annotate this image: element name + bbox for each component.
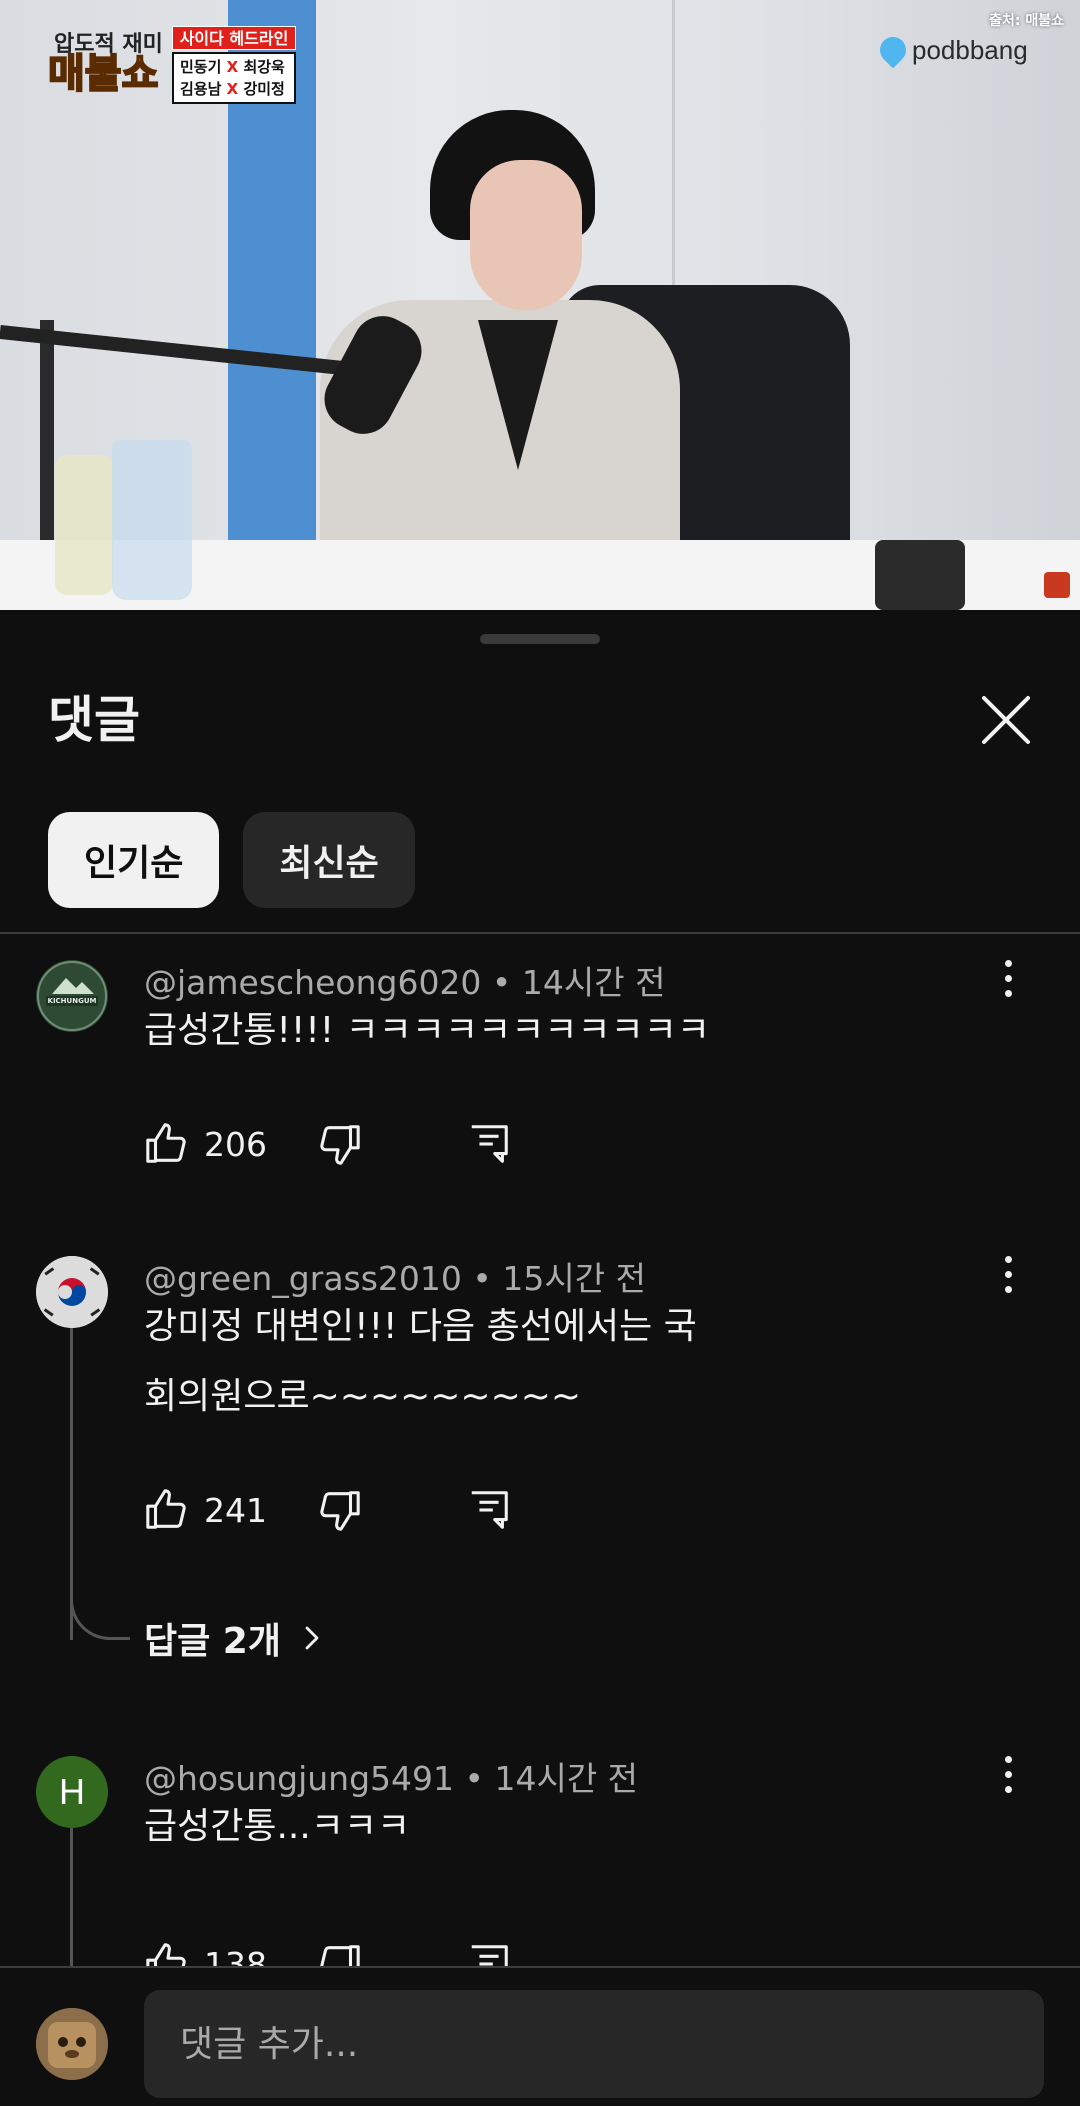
thumbs-down-icon	[320, 1491, 360, 1531]
reply-button[interactable]	[466, 1941, 512, 1966]
chip-newest[interactable]: 최신순	[243, 812, 415, 908]
like-count: 206	[204, 1124, 267, 1164]
kebab-dot	[1004, 1755, 1012, 1763]
thumbs-down-icon	[320, 1945, 360, 1966]
thumbs-down-icon	[320, 1125, 360, 1165]
dislike-button[interactable]	[316, 1121, 466, 1167]
like-button[interactable]: 241	[144, 1487, 316, 1533]
user-avatar[interactable]	[36, 2008, 108, 2080]
reply-comment-icon	[471, 1491, 508, 1529]
kebab-dot	[1004, 1270, 1012, 1278]
comment-item: KICHUNGUM @jamescheong6020 • 14시간 전 급성간통…	[0, 934, 1080, 1230]
comments-sheet: 댓글 인기순 최신순 KICHUNGUM @jamescheong6020 • …	[0, 610, 1080, 2106]
logo-main-text: 매불쇼	[47, 51, 159, 97]
logo-cast-names: 민동기 X 최강욱 김용남 X 강미정	[172, 52, 296, 104]
sheet-title: 댓글	[48, 691, 140, 749]
video-player[interactable]: 압도적 재미 매불쇼 사이다 헤드라인 민동기 X 최강욱 김용남 X 강미정 …	[0, 0, 1080, 610]
source-label: 출처: 매불쇼	[989, 13, 1064, 29]
cast-name: 최강욱	[243, 58, 285, 76]
thumbs-up-icon	[146, 1943, 186, 1966]
chip-top[interactable]: 인기순	[48, 812, 220, 908]
cast-separator: X	[226, 80, 239, 98]
show-logo: 압도적 재미 매불쇼 사이다 헤드라인 민동기 X 최강욱 김용남 X 강미정	[44, 26, 299, 108]
comment-input[interactable]	[144, 1990, 1044, 2098]
kebab-dot	[1004, 959, 1012, 967]
thread-line	[70, 1828, 73, 1966]
user-avatar-icon	[36, 2008, 108, 2080]
comment-list[interactable]: KICHUNGUM @jamescheong6020 • 14시간 전 급성간통…	[0, 934, 1080, 1966]
thread-curve	[70, 1580, 130, 1640]
cast-name: 민동기	[180, 58, 222, 76]
comment-text: 급성간통...ㅋㅋㅋ	[144, 1806, 411, 1847]
comment-text: 급성간통!!!! ㅋㅋㅋㅋㅋㅋㅋㅋㅋㅋㅋ	[144, 1010, 710, 1051]
flag-avatar-icon	[36, 1256, 108, 1328]
podbbang-watermark: podbbang	[874, 31, 1028, 69]
logo-tag: 사이다 헤드라인	[172, 26, 296, 50]
thumbs-up-icon	[146, 1489, 186, 1529]
comment-actions: 241	[144, 1480, 512, 1540]
kebab-dot	[1004, 1285, 1012, 1293]
comment-text: 강미정 대변인!!! 다음 총선에서는 국회의원으로~~~~~~~~~	[144, 1306, 697, 1417]
podbbang-wordmark: podbbang	[912, 34, 1028, 65]
chevron-right-icon	[305, 1626, 319, 1650]
like-count: 138	[204, 1944, 267, 1967]
close-icon	[982, 696, 1030, 744]
channel-badge-icon	[1044, 572, 1070, 598]
like-button[interactable]: 206	[144, 1121, 316, 1167]
reply-comment-icon	[471, 1945, 508, 1966]
replies-label: 답글 2개	[144, 1621, 281, 1662]
mountain-logo-icon	[37, 961, 107, 1031]
reply-button[interactable]	[466, 1121, 512, 1167]
comment-actions: 138	[144, 1934, 512, 1966]
cast-name: 강미정	[243, 80, 285, 98]
avatar[interactable]: H	[36, 1756, 108, 1828]
reply-button[interactable]	[466, 1487, 512, 1533]
thumbs-up-icon	[146, 1123, 186, 1163]
avatar[interactable]	[36, 1256, 108, 1328]
dislike-button[interactable]	[316, 1487, 466, 1533]
cast-separator: X	[226, 58, 239, 76]
close-button[interactable]	[978, 692, 1034, 748]
more-options-button[interactable]	[990, 1244, 1026, 1304]
speaker-face	[470, 160, 582, 310]
reply-comment-icon	[471, 1125, 508, 1163]
drag-handle[interactable]	[480, 634, 600, 644]
cast-name: 김용남	[180, 80, 222, 98]
comment-composer	[0, 1966, 1080, 2106]
comment-item: @green_grass2010 • 15시간 전 강미정 대변인!!! 다음 …	[0, 1230, 1080, 1730]
kebab-dot	[1004, 989, 1012, 997]
avatar[interactable]: KICHUNGUM	[36, 960, 108, 1032]
comment-actions: 206	[144, 1114, 512, 1174]
kebab-dot	[1004, 1785, 1012, 1793]
comment-item: H @hosungjung5491 • 14시간 전 급성간통...ㅋㅋㅋ 13…	[0, 1730, 1080, 1966]
like-count: 241	[204, 1490, 267, 1530]
view-replies-button[interactable]: 답글 2개	[144, 1612, 327, 1664]
kebab-dot	[1004, 1255, 1012, 1263]
water-bottle	[55, 455, 113, 595]
kebab-dot	[1004, 1770, 1012, 1778]
desk-device	[875, 540, 965, 610]
podbbang-logo-icon	[874, 31, 912, 69]
avatar-text: KICHUNGUM	[47, 997, 97, 1005]
sort-chips: 인기순 최신순	[48, 812, 415, 908]
kebab-dot	[1004, 974, 1012, 982]
like-button[interactable]: 138	[144, 1941, 316, 1966]
dislike-button[interactable]	[316, 1941, 466, 1966]
drink-cup	[112, 440, 192, 600]
